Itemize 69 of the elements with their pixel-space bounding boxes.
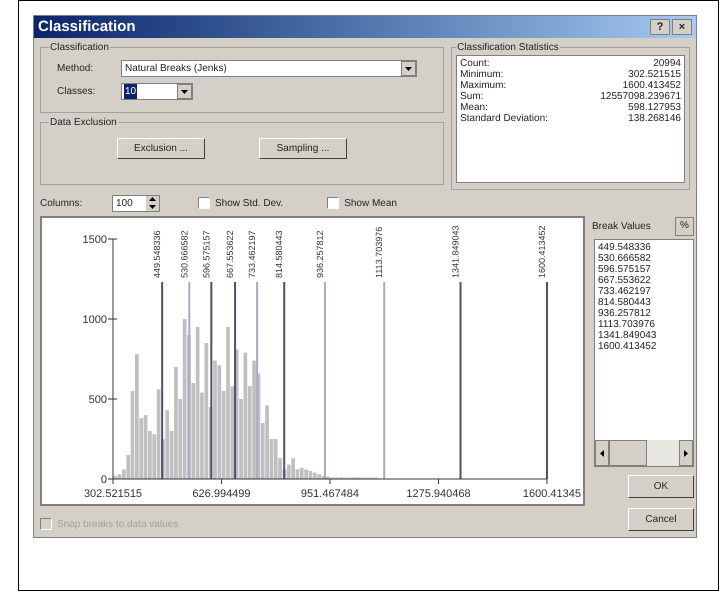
group-title: Classification Statistics (456, 41, 560, 55)
dialog-button[interactable]: Cancel (628, 508, 694, 531)
stat-label: Maximum: (460, 80, 506, 91)
axis-tick-label: 626.994499 (192, 488, 251, 500)
break-value-item[interactable]: 936.257812 (598, 308, 690, 319)
break-label: 667.553622 (225, 230, 236, 278)
checkbox[interactable] (198, 197, 210, 209)
checkbox-label: Show Std. Dev. (215, 196, 284, 210)
checkbox-label: Show Mean (344, 196, 397, 210)
break-value-item[interactable]: 814.580443 (598, 297, 690, 308)
break-label: 1341.849043 (450, 225, 461, 278)
window-title: Classification (38, 16, 136, 37)
break-value-item[interactable]: 733.462197 (598, 286, 690, 297)
stat-label: Minimum: (460, 69, 504, 80)
break-label: 733.462197 (247, 230, 258, 278)
break-label: 936.257812 (314, 230, 325, 278)
horizontal-scrollbar[interactable] (595, 440, 693, 466)
break-value-item[interactable]: 596.575157 (598, 264, 690, 275)
group-title: Data Exclusion (49, 116, 118, 130)
stat-value: 302.521515 (628, 69, 681, 80)
break-label: 814.580443 (274, 230, 284, 278)
axis-tick-label: 500 (88, 394, 107, 406)
scroll-left-icon[interactable] (595, 440, 609, 466)
break-label: 449.548336 (152, 230, 162, 278)
scroll-thumb[interactable] (609, 440, 647, 466)
dialog-button[interactable]: Sampling ... (259, 138, 347, 159)
break-value-item[interactable]: 667.553622 (598, 275, 690, 286)
stat-label: Mean: (460, 102, 488, 113)
axis-tick-label: 0 (100, 474, 107, 486)
stat-value: 138.268146 (628, 113, 681, 124)
axis-tick-label: 1500 (82, 234, 107, 246)
spinner-arrows-icon (146, 196, 159, 210)
stat-value: 598.127953 (628, 102, 681, 113)
dialog-button[interactable]: Exclusion ... (117, 138, 205, 159)
classes-dropdown[interactable]: 10 (121, 83, 193, 100)
axis-tick-label: 951.467484 (300, 488, 360, 500)
break-label: 1113.703976 (374, 226, 384, 278)
break-label: 530.666582 (179, 230, 190, 278)
stat-value: 1600.413452 (622, 80, 681, 91)
columns-label: Columns: (40, 196, 84, 210)
break-label: 1600.413452 (536, 225, 547, 278)
help-button[interactable]: ? (650, 19, 670, 35)
axis-tick-label: 1000 (82, 314, 107, 326)
stat-label: Count: (460, 58, 490, 69)
close-button[interactable]: × (672, 19, 692, 35)
scroll-right-icon[interactable] (679, 440, 693, 466)
axis-tick-label: 1275.940468 (406, 488, 471, 500)
method-label: Method: (56, 62, 94, 76)
axis-tick-label: 1600.41345 (522, 488, 581, 500)
break-value-item[interactable]: 1113.703976 (598, 319, 690, 330)
break-value-item[interactable]: 530.666582 (598, 253, 690, 264)
break-values-list[interactable]: 449.548336 530.666582 596.575157 667.553622 733.462197 814.580443 936.257812 1113.703976 1341.849043 1600.413452 (594, 239, 694, 467)
break-value-item[interactable]: 1600.413452 (598, 341, 690, 352)
method-dropdown[interactable]: Natural Breaks (Jenks) (121, 60, 417, 77)
break-value-item[interactable]: 1341.849043 (598, 330, 690, 341)
stat-value: 12557098.239671 (600, 91, 681, 102)
checkbox[interactable] (327, 197, 340, 209)
group-title: Classification (49, 41, 110, 55)
break-value-item[interactable]: 449.548336 (598, 242, 690, 253)
stat-label: Standard Deviation: (460, 113, 548, 124)
classes-label: Classes: (56, 85, 96, 99)
percent-button[interactable]: % (675, 216, 694, 236)
stat-label: Sum: (460, 91, 484, 102)
break-label: 596.575157 (201, 230, 212, 278)
axis-tick-label: 302.521515 (84, 488, 142, 500)
stat-value: 20994 (653, 58, 681, 69)
dialog-button[interactable]: OK (628, 475, 694, 498)
break-values-label: Break Values (591, 220, 651, 234)
columns-spinner[interactable]: 100 (112, 194, 160, 212)
